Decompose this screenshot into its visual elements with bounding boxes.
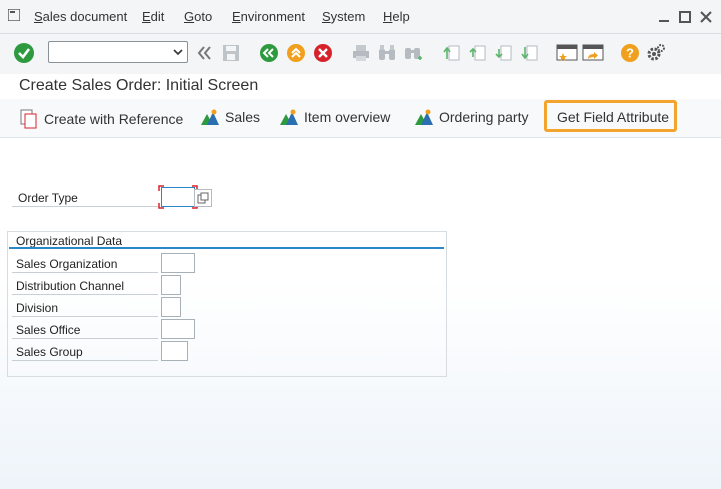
sales-button[interactable]: Sales <box>201 109 260 125</box>
highlight-box <box>544 100 677 132</box>
create-with-reference-label: Create with Reference <box>44 111 184 127</box>
row-underline <box>12 272 158 273</box>
sales-organization-field[interactable] <box>161 253 195 273</box>
sales-group-field[interactable] <box>161 341 188 361</box>
close-icon[interactable] <box>700 11 712 23</box>
row-underline <box>12 294 158 295</box>
find-icon[interactable] <box>376 42 398 64</box>
value-help-button[interactable] <box>194 189 212 207</box>
next-page-icon[interactable] <box>492 42 514 64</box>
mountain-icon <box>280 109 298 125</box>
find-next-icon[interactable] <box>402 42 424 64</box>
distribution-channel-field[interactable] <box>161 275 181 295</box>
menu-goto[interactable]: Goto <box>184 9 212 24</box>
document-copy-icon <box>20 109 37 129</box>
previous-page-icon[interactable] <box>466 42 488 64</box>
required-field-marker <box>158 185 198 209</box>
row-underline <box>12 360 158 361</box>
division-field[interactable] <box>161 297 181 317</box>
first-page-icon[interactable] <box>440 42 462 64</box>
row-underline <box>12 316 158 317</box>
organizational-data-title: Organizational Data <box>16 234 123 248</box>
row-underline <box>12 338 158 339</box>
sales-office-field[interactable] <box>161 319 195 339</box>
mountain-icon <box>415 109 433 125</box>
menu-system[interactable]: System <box>322 9 365 24</box>
order-type-label: Order Type <box>18 191 78 205</box>
last-page-icon[interactable] <box>518 42 540 64</box>
mountain-icon <box>201 109 219 125</box>
distribution-channel-label: Distribution Channel <box>16 279 125 293</box>
menu-bar: Sales document Edit Goto Environment Sys… <box>0 0 721 34</box>
menu-icon[interactable] <box>8 9 20 21</box>
menu-help[interactable]: Help <box>383 9 410 24</box>
cancel-icon[interactable] <box>312 42 334 64</box>
sales-office-label: Sales Office <box>16 323 81 337</box>
settings-icon[interactable] <box>645 42 667 64</box>
enter-icon[interactable] <box>13 42 35 64</box>
sales-group-label: Sales Group <box>16 345 83 359</box>
sales-organization-label: Sales Organization <box>16 257 118 271</box>
standard-toolbar: ? <box>0 34 721 74</box>
menu-sales-document[interactable]: Sales document <box>34 9 127 24</box>
ordering-party-button[interactable]: Ordering party <box>415 109 528 125</box>
command-field[interactable] <box>48 41 188 63</box>
value-help-icon <box>197 192 209 204</box>
page-title: Create Sales Order: Initial Screen <box>19 77 259 94</box>
division-label: Division <box>16 301 59 315</box>
svg-text:?: ? <box>626 46 634 61</box>
order-type-underline <box>12 206 158 207</box>
create-session-icon[interactable] <box>556 42 578 64</box>
sales-label: Sales <box>225 109 261 125</box>
print-icon[interactable] <box>350 42 372 64</box>
minimize-icon[interactable] <box>658 11 670 23</box>
back-double-icon[interactable] <box>194 42 216 64</box>
item-overview-button[interactable]: Item overview <box>280 109 390 125</box>
create-with-reference-button[interactable]: Create with Reference <box>20 109 183 129</box>
back-icon[interactable] <box>258 42 280 64</box>
menu-environment[interactable]: Environment <box>232 9 305 24</box>
group-title-underline <box>9 247 444 249</box>
chevron-down-icon[interactable] <box>173 47 183 57</box>
ordering-party-label: Ordering party <box>439 109 529 125</box>
save-icon[interactable] <box>220 42 242 64</box>
exit-icon[interactable] <box>285 42 307 64</box>
maximize-icon[interactable] <box>679 11 691 23</box>
item-overview-label: Item overview <box>304 109 391 125</box>
shortcut-icon[interactable] <box>582 42 604 64</box>
help-icon[interactable]: ? <box>619 42 641 64</box>
menu-edit[interactable]: Edit <box>142 9 164 24</box>
